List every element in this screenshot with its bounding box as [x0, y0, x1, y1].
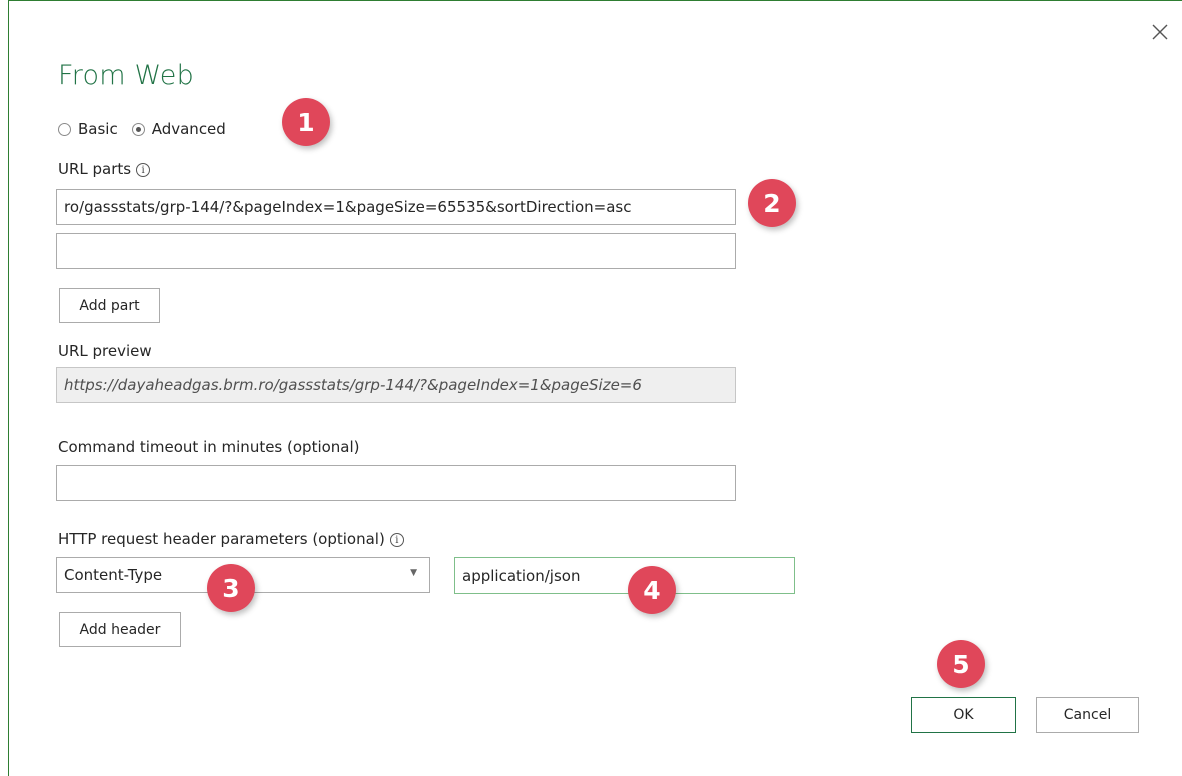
radio-selected-dot [135, 126, 141, 132]
url-parts-label-row: URL parts i [58, 160, 151, 178]
info-icon[interactable]: i [136, 163, 151, 177]
header-name-value: Content-Type [64, 566, 163, 584]
headers-label-row: HTTP request header parameters (optional… [58, 530, 404, 548]
headers-info-icon[interactable]: i [389, 533, 404, 547]
annotation-badge-3: 3 [207, 564, 255, 612]
url-part-input-1[interactable]: ro/gassstats/grp-144/?&pageIndex=1&pageS… [56, 189, 736, 225]
basic-radio-label[interactable]: Basic [78, 120, 118, 138]
mode-radio-group: Basic Advanced [58, 118, 240, 140]
window-border-top [8, 0, 1182, 1]
basic-radio[interactable] [58, 122, 71, 136]
add-part-button[interactable]: Add part [59, 288, 160, 323]
close-icon[interactable] [1146, 18, 1174, 46]
dialog-title: From Web [58, 60, 194, 91]
url-parts-label: URL parts [58, 160, 132, 178]
url-preview-field: https://dayaheadgas.brm.ro/gassstats/grp… [56, 367, 736, 403]
url-preview-value: https://dayaheadgas.brm.ro/gassstats/grp… [64, 376, 642, 394]
chevron-down-icon[interactable]: ▼ [410, 568, 417, 578]
url-part-1-value: ro/gassstats/grp-144/?&pageIndex=1&pageS… [64, 198, 632, 216]
headers-label: HTTP request header parameters (optional… [58, 530, 385, 548]
timeout-label: Command timeout in minutes (optional) [58, 438, 360, 456]
url-preview-label: URL preview [58, 342, 152, 360]
annotation-badge-5: 5 [937, 640, 985, 688]
annotation-badge-2: 2 [748, 179, 796, 227]
header-value-text: application/json [462, 566, 581, 585]
url-part-input-2[interactable] [56, 233, 736, 269]
cancel-button[interactable]: Cancel [1036, 697, 1139, 733]
header-value-input[interactable]: application/json [454, 557, 795, 594]
timeout-input[interactable] [56, 465, 736, 501]
ok-button[interactable]: OK [911, 697, 1016, 733]
advanced-radio-label[interactable]: Advanced [152, 120, 226, 138]
advanced-radio[interactable] [131, 122, 145, 136]
annotation-badge-1: 1 [282, 98, 330, 146]
add-header-button[interactable]: Add header [59, 612, 181, 647]
annotation-badge-4: 4 [628, 566, 676, 614]
window-border-left [8, 0, 9, 776]
